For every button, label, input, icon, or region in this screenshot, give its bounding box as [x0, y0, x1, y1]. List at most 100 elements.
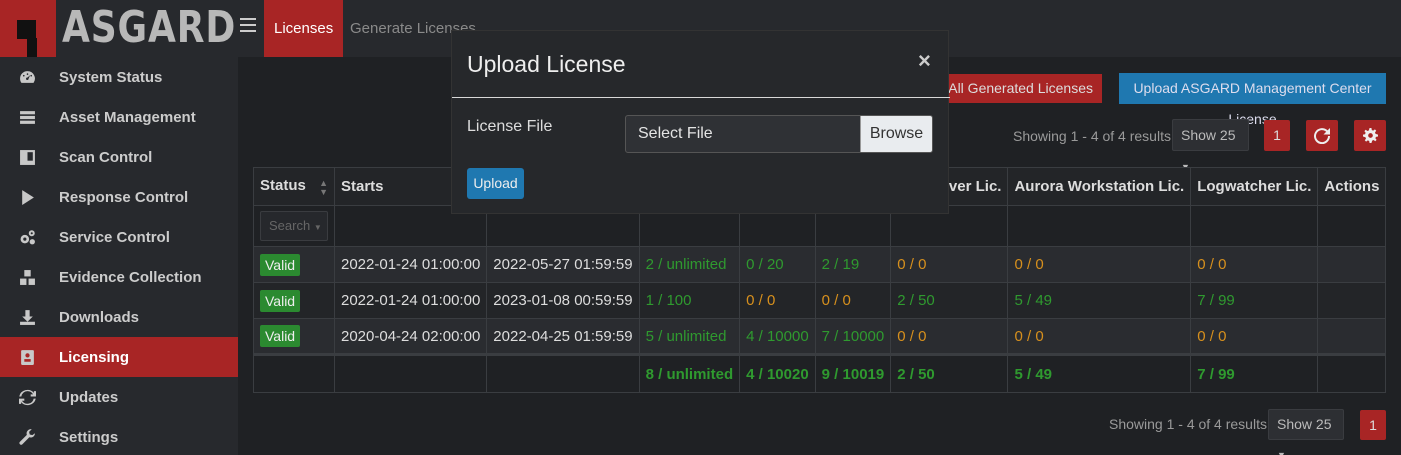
refresh-icon	[18, 388, 36, 406]
table-row: Valid 2020-04-24 02:00:00 2022-04-25 01:…	[253, 318, 1387, 355]
id-card-icon	[18, 348, 36, 366]
license-count: 5 / unlimited	[638, 318, 741, 355]
sidebar-item-label: Response Control	[59, 188, 189, 206]
start-date: 2020-04-24 02:00:00	[333, 318, 488, 355]
license-count: 0 / 0	[890, 318, 1009, 355]
license-count: 0 / 0	[1190, 318, 1319, 355]
sidebar-item-asset-management[interactable]: Asset Management	[0, 97, 238, 137]
status-badge: Valid	[260, 325, 301, 347]
license-count: 7 / 10000	[814, 318, 892, 355]
hamburger-icon[interactable]	[240, 18, 256, 34]
row-actions	[1317, 318, 1387, 355]
footer-pagination-page-1[interactable]: 1	[1360, 410, 1386, 440]
expiry-date: 2022-04-25 01:59:59	[486, 318, 640, 355]
license-count: 2 / 19	[814, 246, 892, 283]
start-date: 2022-01-24 01:00:00	[333, 282, 488, 319]
status-filter-select[interactable]: Search ▼	[260, 211, 328, 241]
wrench-icon	[18, 428, 36, 446]
sidebar-nav: System Status Asset Management Scan Cont…	[0, 57, 238, 455]
sidebar-item-label: Service Control	[59, 228, 170, 246]
pagination-page-1[interactable]: 1	[1264, 120, 1290, 151]
license-file-input[interactable]: Select File Browse	[625, 115, 933, 153]
browse-button[interactable]: Browse	[860, 116, 932, 152]
refresh-button[interactable]	[1306, 120, 1338, 151]
start-date: 2022-01-24 01:00:00	[333, 246, 488, 283]
brand-name: ASGARD	[62, 2, 237, 53]
sidebar-item-scan-control[interactable]: Scan Control	[0, 137, 238, 177]
upload-license-modal: Upload License × License File Select Fil…	[451, 30, 950, 214]
modal-divider	[452, 97, 950, 98]
settings-button[interactable]	[1354, 120, 1386, 151]
caret-down-icon: ▼	[1277, 450, 1286, 455]
column-header-actions: Actions	[1317, 167, 1387, 206]
play-icon	[18, 188, 36, 206]
close-icon[interactable]: ×	[918, 48, 931, 74]
license-count: 0 / 20	[739, 246, 816, 283]
license-count: 0 / 0	[890, 246, 1009, 283]
total-count: 5 / 49	[1007, 353, 1192, 393]
sidebar-item-updates[interactable]: Updates	[0, 377, 238, 417]
download-icon	[18, 308, 36, 326]
sidebar-item-label: Updates	[59, 388, 119, 406]
file-placeholder: Select File	[638, 125, 713, 142]
license-count: 0 / 0	[1190, 246, 1319, 283]
cubes-icon	[18, 268, 36, 286]
total-count: 9 / 10019	[814, 353, 892, 393]
status-badge: Valid	[260, 253, 301, 276]
page-size-value: Show 25	[1277, 416, 1332, 432]
page-size-select[interactable]: Show 25 ▼	[1172, 119, 1249, 172]
sidebar-item-evidence-collection[interactable]: Evidence Collection	[0, 257, 238, 297]
footer-results-count: Showing 1 - 4 of 4 results	[1109, 416, 1267, 432]
page-size-value: Show 25	[1181, 127, 1236, 143]
license-count: 7 / 99	[1190, 282, 1319, 319]
license-count: 0 / 0	[814, 282, 892, 319]
sidebar-item-response-control[interactable]: Response Control	[0, 177, 238, 217]
license-count: 4 / 10000	[739, 318, 816, 355]
refresh-icon	[1314, 127, 1330, 144]
license-count: 5 / 49	[1007, 282, 1192, 319]
license-count: 2 / unlimited	[638, 246, 741, 283]
row-actions	[1317, 282, 1387, 319]
table-row: Valid 2022-01-24 01:00:00 2022-05-27 01:…	[253, 246, 1387, 283]
footer-page-size-select[interactable]: Show 25 ▼	[1268, 409, 1344, 455]
sidebar-item-licensing[interactable]: Licensing	[0, 337, 238, 377]
upload-amc-license-button[interactable]: Upload ASGARD Management Center License	[1119, 73, 1386, 127]
sidebar-item-service-control[interactable]: Service Control	[0, 217, 238, 257]
brand[interactable]: ASGARD	[0, 0, 238, 57]
sidebar-item-label: Downloads	[59, 308, 140, 326]
expiry-date: 2022-05-27 01:59:59	[486, 246, 640, 283]
server-icon	[18, 108, 36, 126]
license-count: 0 / 0	[1007, 246, 1192, 283]
upload-button[interactable]: Upload	[467, 168, 524, 199]
sidebar: ASGARD System Status Asset Management Sc…	[0, 0, 238, 455]
row-actions	[1317, 246, 1387, 283]
scan-icon	[18, 148, 36, 166]
logo-icon	[0, 0, 56, 57]
sidebar-item-system-status[interactable]: System Status	[0, 57, 238, 97]
sidebar-item-downloads[interactable]: Downloads	[0, 297, 238, 337]
sidebar-item-label: Evidence Collection	[59, 268, 202, 286]
sidebar-item-label: System Status	[59, 68, 163, 86]
totals-row: 8 / unlimited 4 / 10020 9 / 10019 2 / 50…	[253, 353, 1387, 393]
license-file-label: License File	[467, 118, 553, 135]
license-count: 2 / 50	[890, 282, 1009, 319]
column-header-status[interactable]: Status ▲ ▼	[253, 167, 335, 206]
gears-icon	[18, 228, 36, 246]
dashboard-icon	[18, 68, 36, 86]
table-row: Valid 2022-01-24 01:00:00 2023-01-08 00:…	[253, 282, 1387, 319]
expiry-date: 2023-01-08 00:59:59	[486, 282, 640, 319]
sidebar-item-label: Licensing	[59, 348, 130, 366]
total-count: 8 / unlimited	[638, 353, 741, 393]
status-badge: Valid	[260, 289, 301, 312]
license-count: 1 / 100	[638, 282, 741, 319]
sort-icon: ▲ ▼	[319, 177, 328, 197]
gear-icon	[1362, 128, 1378, 143]
sidebar-item-label: Scan Control	[59, 148, 153, 166]
total-count: 4 / 10020	[739, 353, 816, 393]
tab-licenses[interactable]: Licenses	[264, 0, 344, 57]
sidebar-item-label: Settings	[59, 428, 119, 446]
total-count: 2 / 50	[890, 353, 1009, 393]
sidebar-item-settings[interactable]: Settings	[0, 417, 238, 455]
column-header-logwatcher: Logwatcher Lic.	[1190, 167, 1319, 206]
sidebar-item-label: Asset Management	[59, 108, 196, 126]
